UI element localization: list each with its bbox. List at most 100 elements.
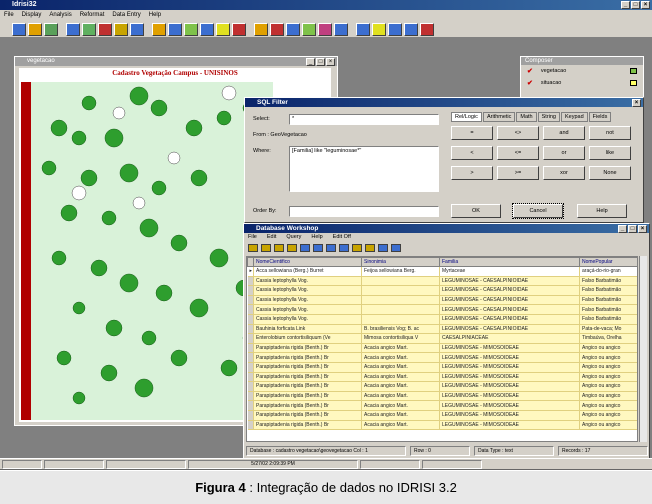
minimize-button[interactable]: _ [621,1,630,9]
table-cell[interactable]: Acacia angico Mart. [361,420,440,431]
move-icon[interactable] [254,22,268,36]
sql-close-button[interactable]: × [632,99,641,107]
save-icon[interactable] [302,22,316,36]
db-menu-help[interactable]: Help [311,233,322,242]
table-cell[interactable]: Angico ou angico [579,410,637,421]
taskbar-slot[interactable] [2,460,42,469]
operator-button[interactable]: and [543,126,585,140]
link-icon[interactable] [326,244,336,252]
table-cell[interactable]: Acacia angico Mart. [361,362,440,373]
database-icon[interactable] [130,22,144,36]
undo-icon[interactable] [286,22,300,36]
table-cell[interactable]: Cassia leptophylla Vog. [253,304,362,315]
database-workshop-window[interactable]: Database Workshop _ □ × File Edit Query … [243,223,650,459]
ok-button[interactable]: OK [451,204,501,218]
table-cell[interactable]: LEGUMINOSAE - MIMOSOIDEAE [439,410,580,421]
pan-icon[interactable] [168,22,182,36]
map-close-button[interactable]: × [326,58,335,66]
taskbar-slot[interactable] [106,460,186,469]
table-cell[interactable]: LEGUMINOSAE - CAESALPINIOIDAE [439,276,580,287]
table-cell[interactable] [361,285,440,296]
menu-file[interactable]: File [4,10,14,21]
maximize-button[interactable]: □ [631,1,640,9]
table-cell[interactable]: B. brasiliensis Vog; B. ac [361,324,440,335]
table-cell[interactable] [361,276,440,287]
map-icon[interactable] [391,244,401,252]
table-cell[interactable]: Angico ou angico [579,381,637,392]
vertical-scrollbar[interactable] [639,256,647,442]
tab-arithmetic[interactable]: Arithmetic [482,112,516,122]
menu-reformat[interactable]: Reformat [80,10,105,21]
table-cell[interactable]: Cassia leptophylla Vog. [253,314,362,325]
records-grid[interactable]: NomeCientifico Sinonimia Familia NomePop… [246,256,638,442]
where-field[interactable]: [Familia] like "leguminosae*" [289,146,439,192]
close-button[interactable]: × [641,1,650,9]
operator-button[interactable]: <= [497,146,539,160]
operator-button[interactable]: < [451,146,493,160]
table-cell[interactable]: Angico ou angico [579,343,637,354]
table-cell[interactable]: Cassia leptophylla Vog. [253,285,362,296]
table-row[interactable]: Parapiptadenia rigida (Benth.) Br Acacia … [247,400,637,411]
table-cell[interactable]: Parapiptadenia rigida (Benth.) Br [253,372,362,383]
operator-button[interactable]: > [451,166,493,180]
taskbar-slot[interactable] [360,460,420,469]
db-menu-file[interactable]: File [248,233,257,242]
table-cell[interactable]: Falso Barbatimão [579,285,637,296]
table-cell[interactable]: LEGUMINOSAE - MIMOSOIDEAE [439,391,580,402]
operator-button[interactable]: = [451,126,493,140]
table-cell[interactable]: LEGUMINOSAE - MIMOSOIDEAE [439,381,580,392]
zoom-icon[interactable] [152,22,166,36]
taskbar-slot[interactable] [422,460,482,469]
operator-button[interactable]: not [589,126,631,140]
table-cell[interactable]: LEGUMINOSAE - MIMOSOIDEAE [439,420,580,431]
column-header[interactable]: NomePopular [579,257,637,267]
table-cell[interactable]: Myrtaceae [439,266,580,277]
table-cell[interactable]: LEGUMINOSAE - CAESALPINIOIDAE [439,314,580,325]
table-row[interactable]: Cassia leptophylla Vog. LEGUMINOSAE - CAE… [247,276,637,287]
db-menu-edit-off[interactable]: Edit Off [333,233,351,242]
table-cell[interactable]: Acacia angico Mart. [361,400,440,411]
table-cell[interactable]: Parapiptadenia rigida (Benth.) Br [253,410,362,421]
grid-icon[interactable] [66,22,80,36]
table-cell[interactable]: Parapiptadenia rigida (Benth.) Br [253,362,362,373]
table-cell[interactable]: LEGUMINOSAE - MIMOSOIDEAE [439,372,580,383]
map-maximize-button[interactable]: □ [316,58,325,66]
table-row[interactable]: Parapiptadenia rigida (Benth.) Br Acacia … [247,372,637,383]
table-cell[interactable]: Enterolobium contortisiliquum (Ve [253,333,362,344]
table-cell[interactable]: LEGUMINOSAE - CAESALPINIOIDAE [439,285,580,296]
table-cell[interactable]: Acacia angico Mart. [361,343,440,354]
query-icon[interactable] [98,22,112,36]
operator-button[interactable]: xor [543,166,585,180]
operator-button[interactable]: >= [497,166,539,180]
table-cell[interactable]: Parapiptadenia rigida (Benth.) Br [253,381,362,392]
table-cell[interactable]: LEGUMINOSAE - CAESALPINIOIDAE [439,324,580,335]
check-icon[interactable]: ✔ [527,67,533,75]
table-cell[interactable]: Cassia leptophylla Vog. [253,295,362,306]
table-cell[interactable]: Falso Barbatimão [579,314,637,325]
table-cell[interactable]: Timbaúva, Orelha [579,333,637,344]
table-cell[interactable] [361,314,440,325]
table-cell[interactable]: Angico ou angico [579,400,637,411]
histogram-icon[interactable] [372,22,386,36]
table-row[interactable]: Cassia leptophylla Vog. LEGUMINOSAE - CAE… [247,295,637,306]
table-icon[interactable] [356,22,370,36]
map-window-titlebar[interactable]: vegetacao _ □ × [15,57,337,66]
layer-icon[interactable] [82,22,96,36]
table-row[interactable]: Cassia leptophylla Vog. LEGUMINOSAE - CAE… [247,304,637,315]
table-row[interactable]: Parapiptadenia rigida (Benth.) Br Acacia … [247,410,637,421]
table-row[interactable]: Parapiptadenia rigida (Benth.) Br Acacia … [247,391,637,402]
table-cell[interactable]: Parapiptadenia rigida (Benth.) Br [253,343,362,354]
table-cell[interactable]: Angico ou angico [579,362,637,373]
db-close-button[interactable]: × [638,225,647,233]
sort-descending-icon[interactable] [365,244,375,252]
db-minimize-button[interactable]: _ [618,225,627,233]
stats-icon[interactable] [404,22,418,36]
table-cell[interactable]: Falso Barbatimão [579,276,637,287]
tab-fields[interactable]: Fields [588,112,612,122]
table-row[interactable]: Enterolobium contortisiliquum (Ve Mimosa … [247,333,637,344]
table-row[interactable]: Bauhinia forficata Link B. brasiliensis V… [247,324,637,335]
table-cell[interactable] [361,295,440,306]
table-row[interactable]: Cassia leptophylla Vog. LEGUMINOSAE - CAE… [247,314,637,325]
table-cell[interactable]: Pata-de-vaca; Mo [579,324,637,335]
column-header[interactable]: Familia [439,257,580,267]
